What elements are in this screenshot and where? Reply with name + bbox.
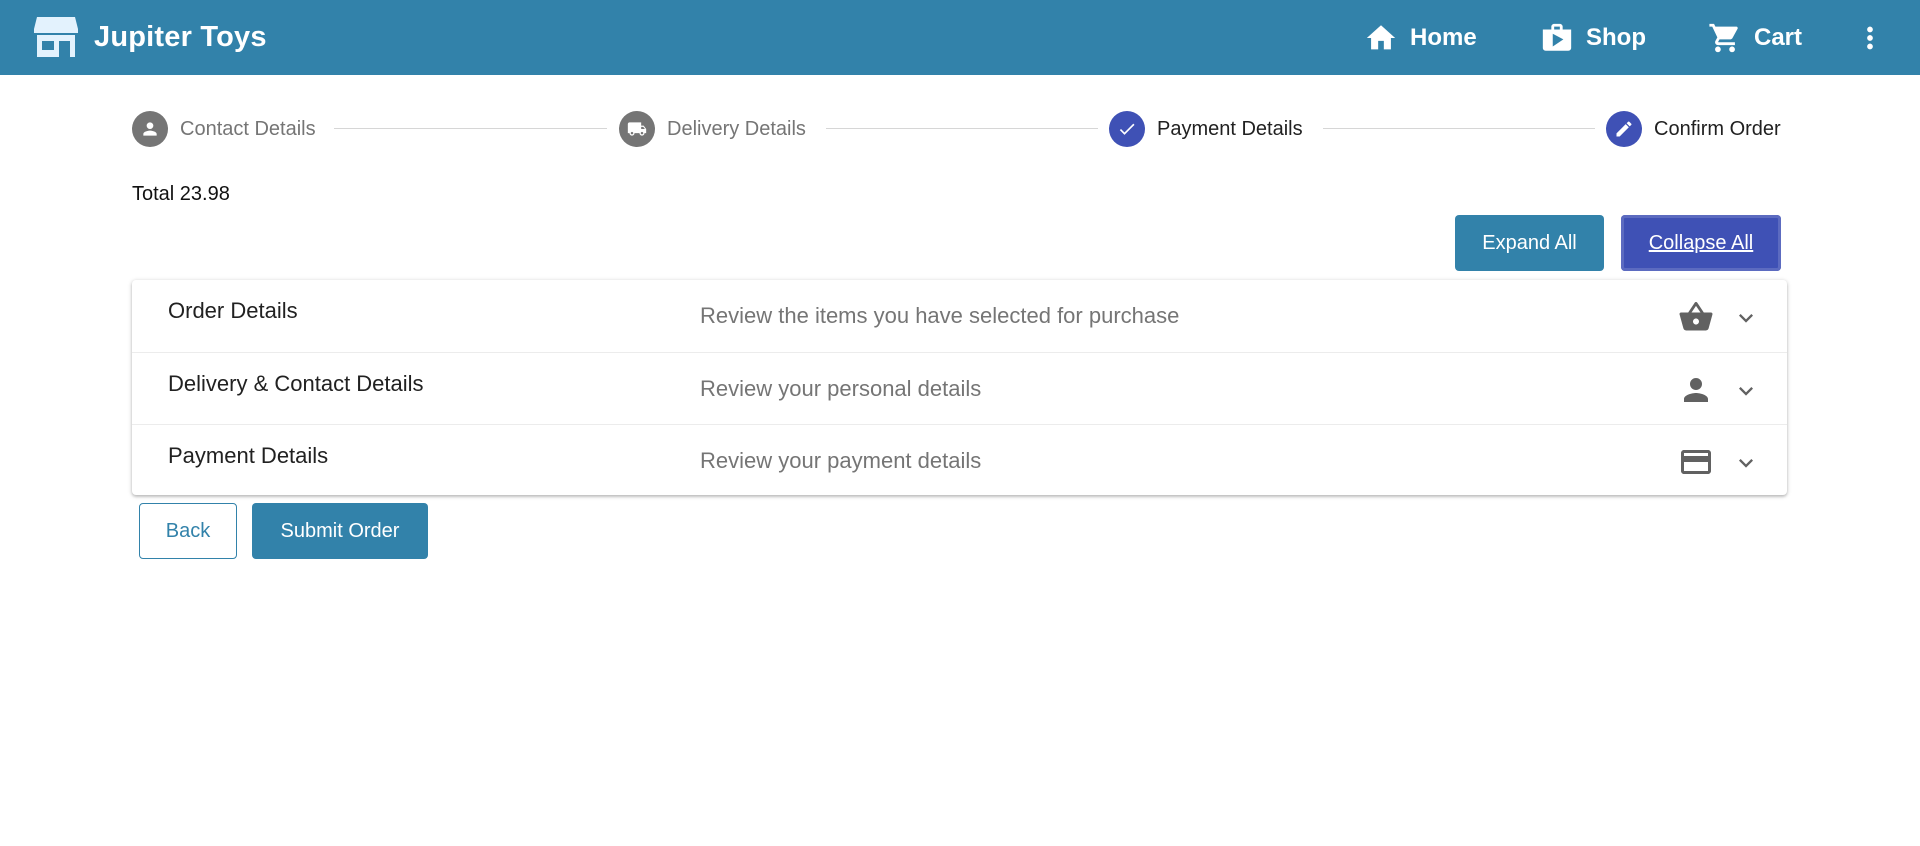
step-circle: [1606, 111, 1642, 147]
panel-payment-details[interactable]: Payment Details Review your payment deta…: [132, 424, 1787, 497]
nav-home-button[interactable]: Home: [1364, 0, 1477, 75]
step-delivery-details[interactable]: Delivery Details: [619, 111, 806, 147]
step-label: Payment Details: [1157, 117, 1303, 140]
step-label: Delivery Details: [667, 117, 806, 140]
submit-order-button[interactable]: Submit Order: [252, 503, 428, 559]
cart-icon: [1709, 23, 1738, 52]
review-accordion: Order Details Review the items you have …: [132, 280, 1787, 495]
chevron-down-icon[interactable]: [1732, 304, 1760, 332]
panel-title: Order Details: [168, 298, 298, 323]
step-label: Confirm Order: [1654, 117, 1781, 140]
credit-card-icon: [1678, 444, 1714, 480]
step-contact-details[interactable]: Contact Details: [132, 111, 316, 147]
person-icon: [143, 122, 157, 136]
edit-icon: [1616, 121, 1632, 137]
step-confirm-order[interactable]: Confirm Order: [1606, 111, 1781, 147]
collapse-all-button[interactable]: Collapse All: [1621, 215, 1781, 271]
panel-delivery-contact-details[interactable]: Delivery & Contact Details Review your p…: [132, 352, 1787, 425]
basket-icon: [1678, 299, 1714, 335]
step-payment-details[interactable]: Payment Details: [1109, 111, 1303, 147]
more-menu-button[interactable]: [1853, 0, 1887, 75]
panel-description: Review your personal details: [700, 376, 982, 401]
app-title: Jupiter Toys: [94, 20, 267, 53]
top-toolbar: Jupiter Toys Home Shop Cart: [0, 0, 1920, 75]
nav-cart-label: Cart: [1754, 23, 1803, 51]
nav-shop-button[interactable]: Shop: [1540, 0, 1646, 75]
home-icon: [1366, 24, 1396, 49]
panel-title: Payment Details: [168, 443, 329, 468]
nav-shop-label: Shop: [1586, 23, 1646, 51]
chevron-down-icon[interactable]: [1732, 449, 1760, 477]
person-icon: [1678, 372, 1714, 408]
panel-title: Delivery & Contact Details: [168, 371, 424, 396]
truck-icon: [627, 122, 647, 136]
step-label: Contact Details: [180, 117, 316, 140]
chevron-down-icon[interactable]: [1732, 377, 1760, 405]
panel-description: Review your payment details: [700, 448, 982, 473]
order-total: Total 23.98: [132, 183, 230, 205]
step-connector: [826, 128, 1098, 129]
nav-cart-button[interactable]: Cart: [1708, 0, 1802, 75]
step-circle: [619, 111, 655, 147]
step-connector: [334, 128, 607, 129]
nav-home-label: Home: [1410, 23, 1477, 51]
panel-description: Review the items you have selected for p…: [700, 303, 1180, 328]
back-button[interactable]: Back: [139, 503, 237, 559]
step-circle: [1109, 111, 1145, 147]
more-vert-icon: [1867, 26, 1873, 49]
panel-order-details[interactable]: Order Details Review the items you have …: [132, 280, 1787, 352]
brand[interactable]: Jupiter Toys: [34, 16, 267, 58]
shop-icon: [1542, 23, 1572, 51]
store-icon: [34, 17, 78, 57]
step-circle: [132, 111, 168, 147]
check-icon: [1119, 123, 1135, 135]
step-connector: [1323, 128, 1595, 129]
expand-all-button[interactable]: Expand All: [1455, 215, 1604, 271]
